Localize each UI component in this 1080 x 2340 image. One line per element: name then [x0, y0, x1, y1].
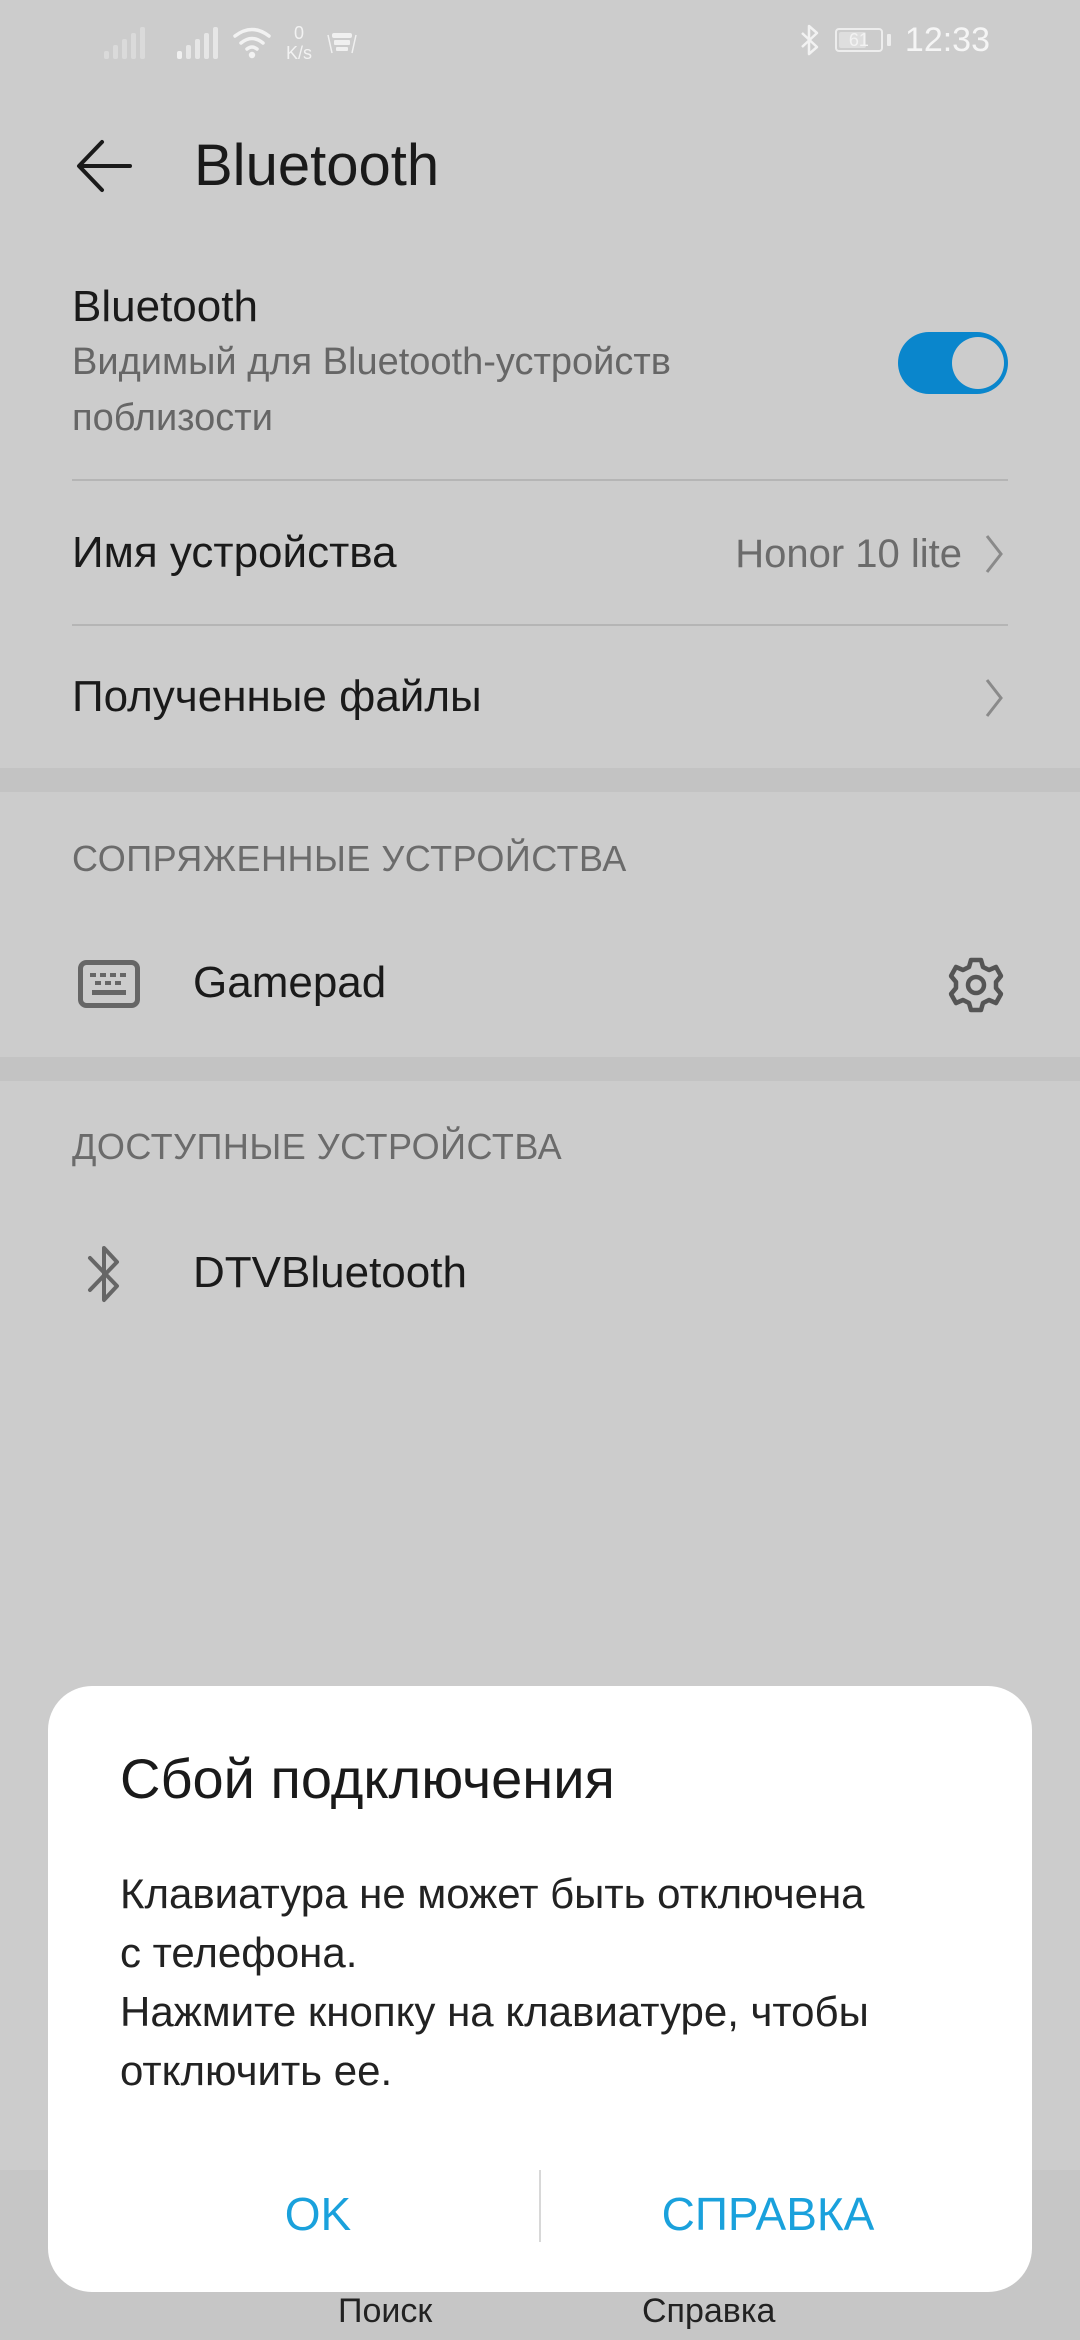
app-bar: Bluetooth [0, 110, 1080, 220]
switch-knob [952, 337, 1004, 389]
battery-icon: 61 [834, 28, 883, 52]
divider [72, 479, 1008, 481]
connection-error-dialog: Сбой подключения Клавиатура не может быт… [48, 1686, 1032, 2292]
bluetooth-toggle-title: Bluetooth [72, 282, 258, 331]
received-files-row[interactable]: Полученные файлы [72, 626, 1008, 768]
net-speed-unit: K/s [286, 43, 313, 63]
chevron-right-icon [985, 535, 1003, 573]
bluetooth-status-icon [801, 24, 819, 56]
battery-level: 61 [848, 30, 869, 50]
keyboard-icon [78, 960, 140, 1008]
ok-button[interactable]: OK [98, 2174, 538, 2254]
net-speed: 0 K/s [286, 23, 312, 63]
arrow-left-icon [77, 140, 132, 192]
dialog-button-divider [539, 2170, 541, 2242]
signal-sim2-icon [177, 27, 218, 59]
dialog-title: Сбой подключения [120, 1747, 615, 1810]
net-speed-value: 0 [294, 23, 305, 43]
available-device-name: DTVBluetooth [193, 1248, 467, 1297]
section-separator [0, 1057, 1080, 1081]
help-button[interactable]: Справка [642, 2292, 775, 2331]
page-title: Bluetooth [194, 133, 440, 198]
paired-device-name: Gamepad [193, 958, 387, 1007]
received-files-label: Полученные файлы [72, 672, 482, 721]
paired-device-item[interactable]: Gamepad [72, 930, 1008, 1040]
device-name-value: Honor 10 lite [735, 532, 962, 576]
clock: 12:33 [904, 20, 990, 59]
notification-icon [327, 33, 357, 54]
device-name-row[interactable]: Имя устройства Honor 10 lite [72, 482, 1008, 624]
chevron-right-icon [985, 679, 1003, 717]
paired-devices-header: СОПРЯЖЕННЫЕ УСТРОЙСТВА [72, 838, 627, 879]
device-name-label: Имя устройства [72, 528, 397, 577]
section-separator [0, 768, 1080, 792]
bluetooth-toggle-subtitle: Видимый для Bluetooth-устройств поблизос… [72, 341, 671, 439]
available-devices-header: ДОСТУПНЫЕ УСТРОЙСТВА [72, 1126, 563, 1167]
bluetooth-icon [88, 1246, 119, 1302]
dialog-help-button[interactable]: СПРАВКА [548, 2174, 988, 2254]
bluetooth-toggle-row[interactable]: Bluetooth Видимый для Bluetooth-устройст… [72, 282, 1008, 452]
signal-sim1-icon [104, 27, 145, 59]
gear-icon[interactable] [946, 955, 1006, 1015]
search-button[interactable]: Поиск [338, 2292, 432, 2331]
wifi-icon [233, 27, 271, 59]
status-bar: 0 K/s 61 12:33 [0, 0, 1080, 80]
bluetooth-switch[interactable] [898, 332, 1008, 394]
dialog-message: Клавиатура не может быть отключена с тел… [120, 1870, 869, 2094]
back-button[interactable] [66, 130, 142, 202]
available-device-item[interactable]: DTVBluetooth [72, 1220, 1008, 1330]
